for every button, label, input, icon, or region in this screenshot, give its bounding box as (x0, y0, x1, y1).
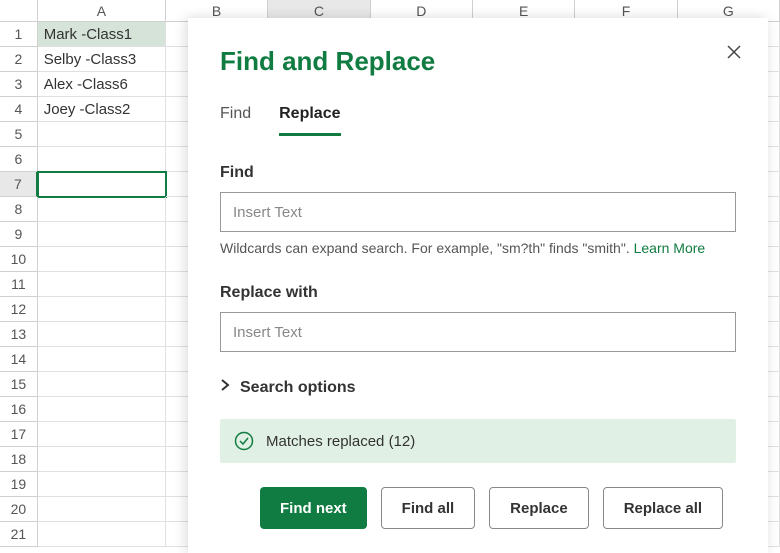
cell-A13[interactable] (38, 322, 166, 347)
cell-A8[interactable] (38, 197, 166, 222)
find-hint: Wildcards can expand search. For example… (220, 240, 736, 256)
cell-A4[interactable]: Joey -Class2 (38, 97, 166, 122)
status-bar: Matches replaced (12) (220, 419, 736, 463)
row-header-12[interactable]: 12 (0, 297, 38, 322)
cell-A11[interactable] (38, 272, 166, 297)
row-header-7[interactable]: 7 (0, 172, 38, 197)
row-header-13[interactable]: 13 (0, 322, 38, 347)
cell-A20[interactable] (38, 497, 166, 522)
row-header-9[interactable]: 9 (0, 222, 38, 247)
replace-input[interactable] (220, 312, 736, 352)
row-header-14[interactable]: 14 (0, 347, 38, 372)
cell-A10[interactable] (38, 247, 166, 272)
row-header-11[interactable]: 11 (0, 272, 38, 297)
find-next-button[interactable]: Find next (260, 487, 367, 529)
close-icon (727, 45, 741, 59)
learn-more-link[interactable]: Learn More (634, 240, 706, 256)
cell-A7[interactable] (38, 172, 166, 197)
row-header-18[interactable]: 18 (0, 447, 38, 472)
cell-A1[interactable]: Mark -Class1 (38, 22, 166, 47)
row-header-3[interactable]: 3 (0, 72, 38, 97)
row-header-16[interactable]: 16 (0, 397, 38, 422)
chevron-right-icon (220, 378, 230, 397)
find-all-button[interactable]: Find all (381, 487, 476, 529)
cell-A2[interactable]: Selby -Class3 (38, 47, 166, 72)
row-header-19[interactable]: 19 (0, 472, 38, 497)
row-header-17[interactable]: 17 (0, 422, 38, 447)
search-options-label: Search options (240, 379, 356, 397)
row-header-4[interactable]: 4 (0, 97, 38, 122)
row-header-6[interactable]: 6 (0, 147, 38, 172)
dialog-buttons: Find next Find all Replace Replace all (220, 487, 736, 529)
close-button[interactable] (722, 40, 746, 64)
row-header-8[interactable]: 8 (0, 197, 38, 222)
cell-A9[interactable] (38, 222, 166, 247)
search-options-toggle[interactable]: Search options (220, 378, 736, 397)
tab-find[interactable]: Find (220, 105, 251, 136)
replace-field-group: Replace with (220, 284, 736, 352)
row-header-20[interactable]: 20 (0, 497, 38, 522)
cell-A3[interactable]: Alex -Class6 (38, 72, 166, 97)
row-header-2[interactable]: 2 (0, 47, 38, 72)
cell-A6[interactable] (38, 147, 166, 172)
row-header-15[interactable]: 15 (0, 372, 38, 397)
column-header-A[interactable]: A (38, 0, 166, 22)
tabs: Find Replace (220, 105, 736, 136)
cell-A15[interactable] (38, 372, 166, 397)
row-header-1[interactable]: 1 (0, 22, 38, 47)
find-label: Find (220, 164, 736, 182)
replace-label: Replace with (220, 284, 736, 302)
status-message: Matches replaced (12) (266, 433, 415, 450)
cell-A21[interactable] (38, 522, 166, 547)
find-input[interactable] (220, 192, 736, 232)
tab-replace[interactable]: Replace (279, 105, 340, 136)
cell-A5[interactable] (38, 122, 166, 147)
row-header-21[interactable]: 21 (0, 522, 38, 547)
cell-A12[interactable] (38, 297, 166, 322)
find-field-group: Find Wildcards can expand search. For ex… (220, 164, 736, 256)
success-check-icon (234, 431, 254, 451)
dialog-title: Find and Replace (220, 46, 736, 77)
row-header-5[interactable]: 5 (0, 122, 38, 147)
select-all-corner[interactable] (0, 0, 38, 22)
cell-A14[interactable] (38, 347, 166, 372)
cell-A19[interactable] (38, 472, 166, 497)
cell-A18[interactable] (38, 447, 166, 472)
row-header-10[interactable]: 10 (0, 247, 38, 272)
find-replace-dialog: Find and Replace Find Replace Find Wildc… (188, 18, 768, 553)
cell-A17[interactable] (38, 422, 166, 447)
replace-all-button[interactable]: Replace all (603, 487, 723, 529)
replace-button[interactable]: Replace (489, 487, 589, 529)
hint-text: Wildcards can expand search. For example… (220, 240, 634, 256)
cell-A16[interactable] (38, 397, 166, 422)
